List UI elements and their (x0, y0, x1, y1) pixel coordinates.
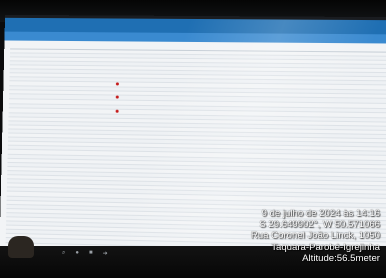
alert-dot-icon (116, 82, 120, 86)
geotag-street: Rua Coronel João Linck, 1050 (250, 230, 380, 242)
record-icon[interactable]: ● (75, 250, 79, 256)
geotag-coordinates: S 29.649902°, W 50.571066 (259, 219, 380, 231)
geotag-date-time: 9 de julho de 2024 às 14:16 (261, 208, 380, 219)
geotag-altitude: Altitude:56.5meter (302, 252, 380, 264)
search-icon[interactable]: ⌕ (62, 250, 65, 257)
table-cell (36, 238, 69, 244)
geotag-overlay: 9 de julho de 2024 às 14:16 S 29.649902°… (251, 208, 380, 264)
geotag-locality: Taquara-Parobé-Igrejinha (271, 241, 380, 253)
square-icon[interactable]: ■ (89, 250, 93, 256)
alert-dot-icon (115, 95, 119, 100)
alert-dot-icon (115, 109, 119, 113)
table-cell (68, 239, 101, 245)
arrow-icon[interactable]: ➜ (103, 250, 108, 257)
table-cell (100, 240, 132, 246)
